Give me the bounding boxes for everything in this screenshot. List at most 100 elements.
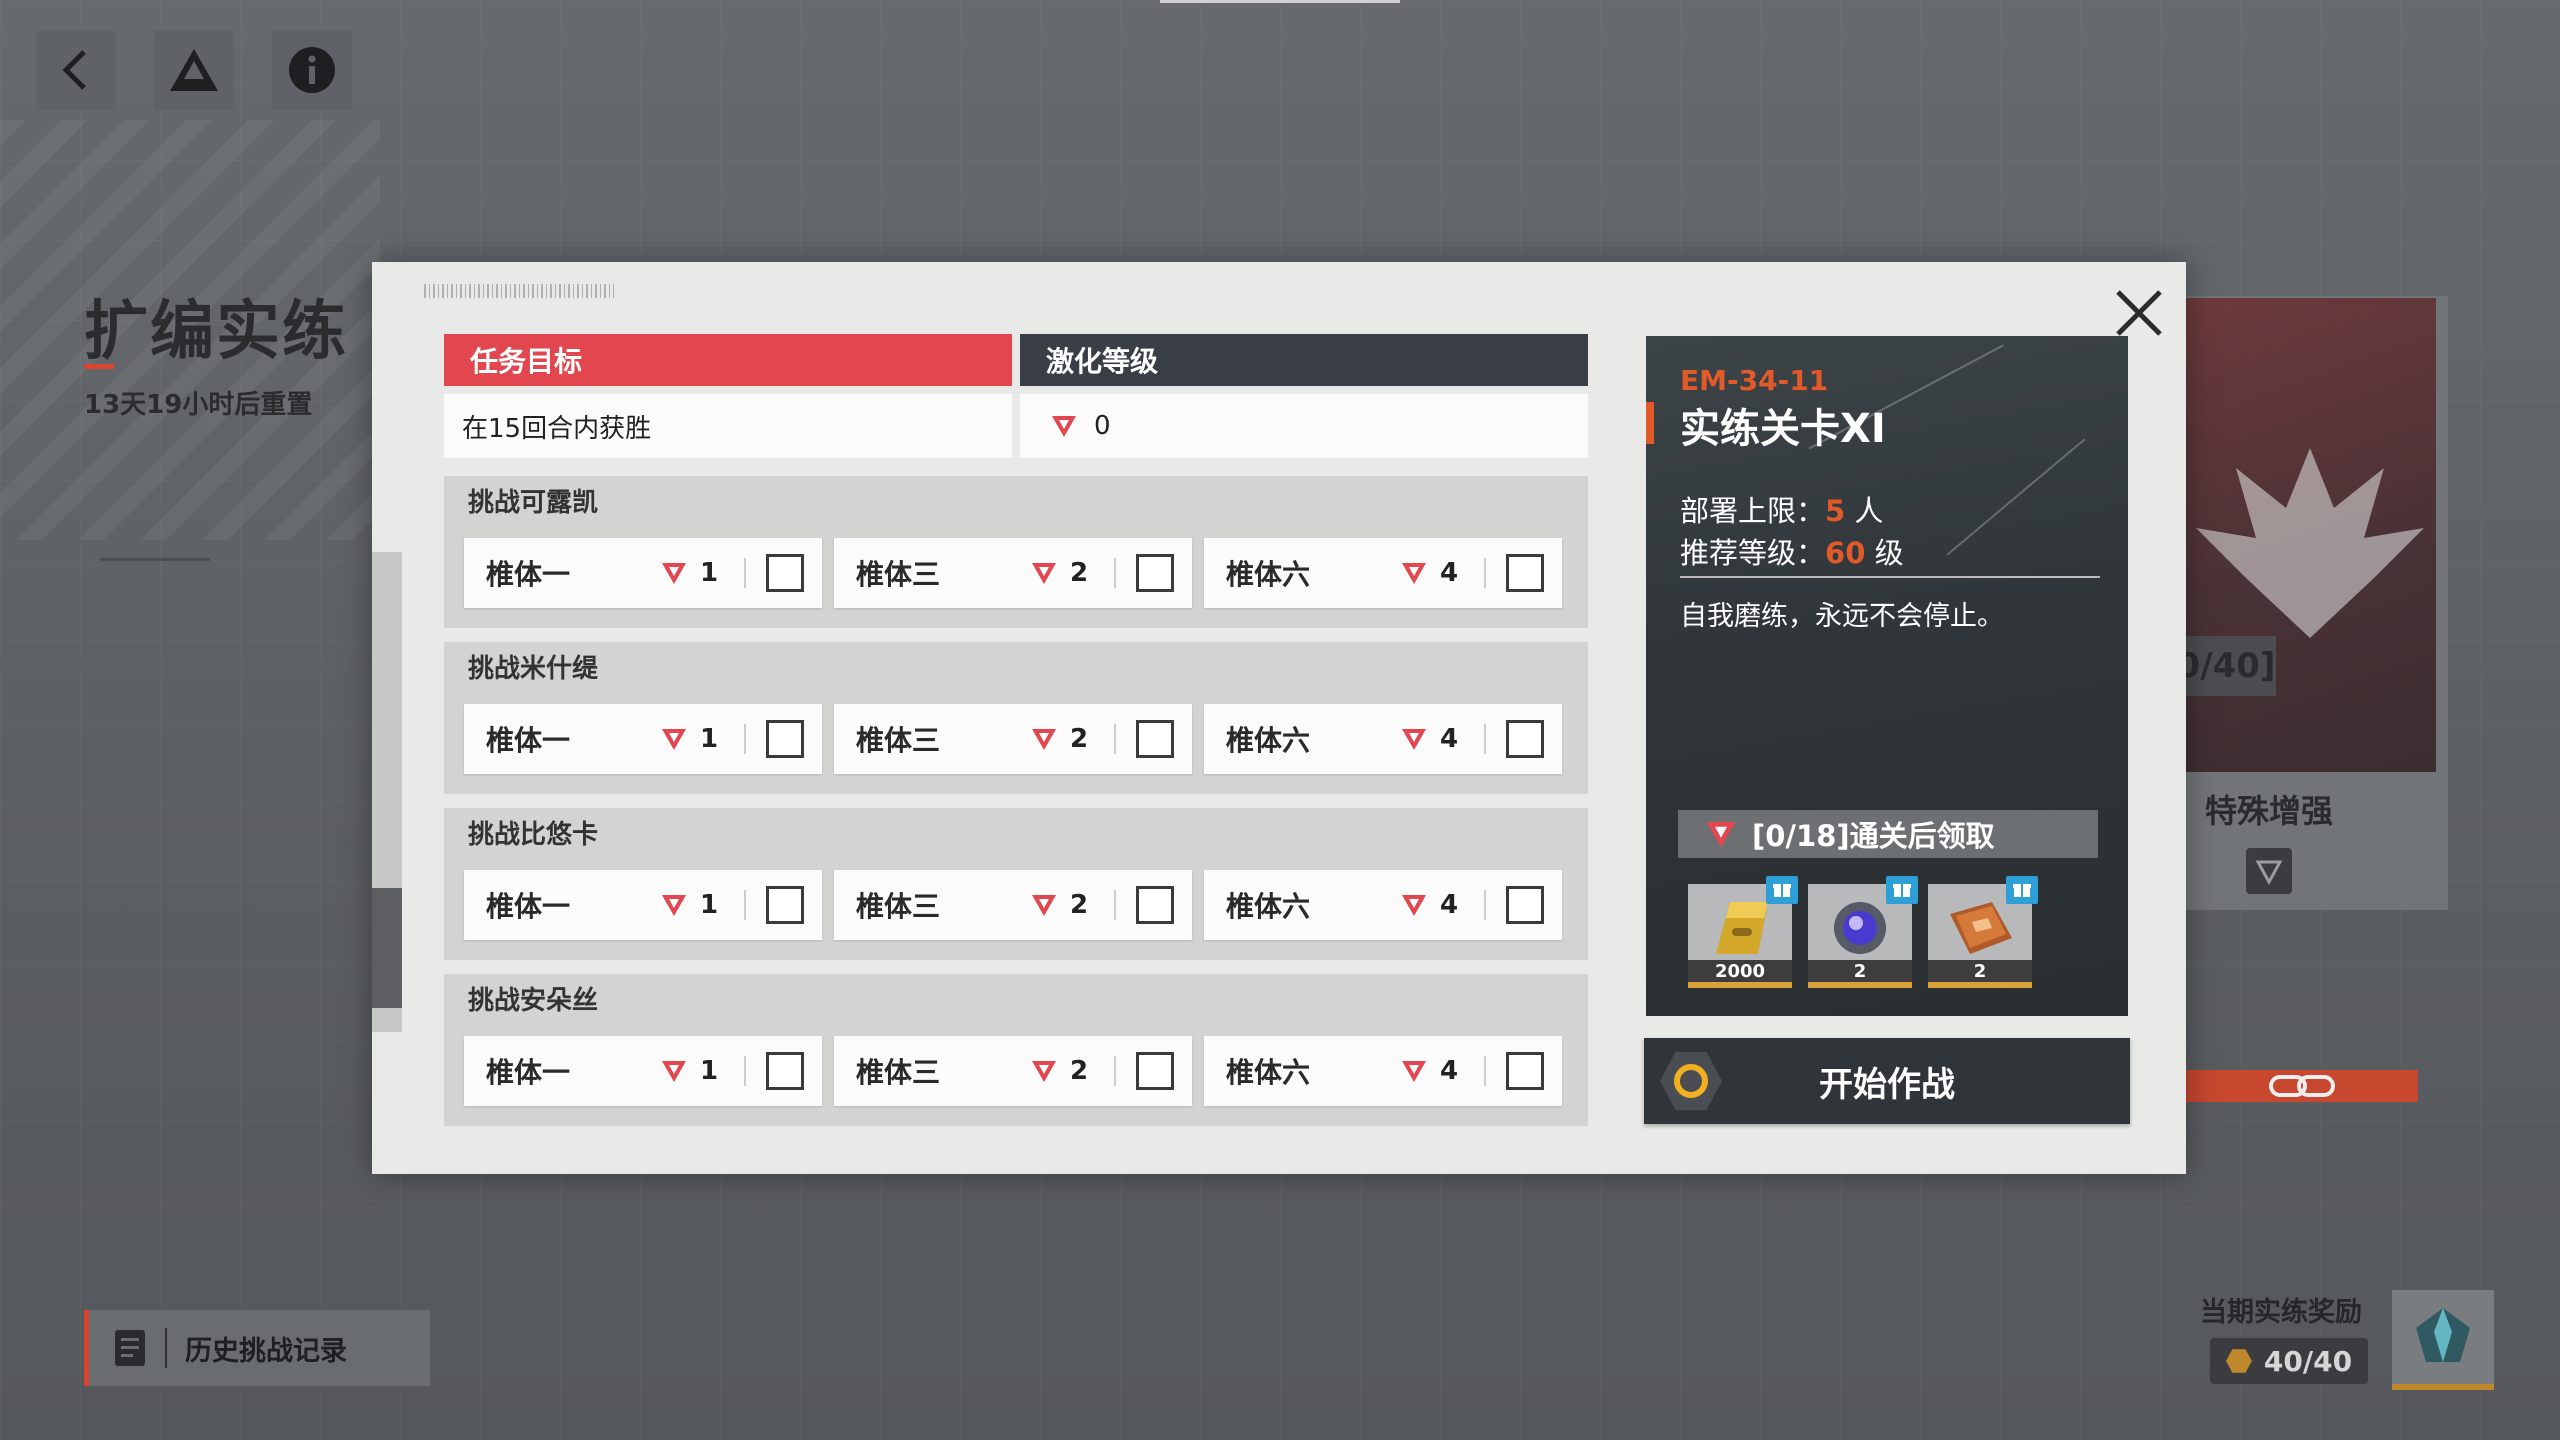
divider bbox=[1114, 1056, 1116, 1086]
special-enhance-icon-button[interactable] bbox=[2246, 848, 2292, 894]
separator bbox=[165, 1328, 167, 1368]
challenge-card[interactable]: 椎体六 4 bbox=[1204, 538, 1562, 608]
challenge-level: 1 bbox=[660, 724, 718, 754]
challenge-checkbox[interactable] bbox=[1506, 1052, 1544, 1090]
home-button[interactable] bbox=[154, 30, 234, 110]
start-battle-button[interactable]: 开始作战 bbox=[1644, 1038, 2130, 1124]
challenge-name: 椎体六 bbox=[1226, 890, 1311, 923]
chain-link-icon bbox=[2269, 1075, 2335, 1097]
challenge-level: 1 bbox=[660, 890, 718, 920]
challenge-card[interactable]: 椎体六 4 bbox=[1204, 704, 1562, 774]
challenge-name: 椎体六 bbox=[1226, 558, 1311, 591]
challenge-name: 椎体三 bbox=[856, 890, 941, 923]
stage-code: EM-34-11 bbox=[1680, 364, 1829, 397]
red-triangle-icon bbox=[1402, 729, 1426, 750]
red-triangle-icon bbox=[1032, 895, 1056, 916]
challenge-checkbox[interactable] bbox=[1136, 886, 1174, 924]
recommended-level-label: 推荐等级： bbox=[1680, 536, 1826, 570]
challenge-checkbox[interactable] bbox=[1136, 1052, 1174, 1090]
stage-description: 自我磨练，永远不会停止。 bbox=[1680, 601, 2004, 632]
top-indicator bbox=[1160, 0, 1400, 3]
reward-slot[interactable]: 2 bbox=[1808, 876, 1918, 988]
divider bbox=[1114, 890, 1116, 920]
period-reward-item[interactable] bbox=[2392, 1290, 2494, 1390]
special-enhance-art bbox=[2184, 298, 2436, 772]
special-enhance-label: 特殊增强 bbox=[2204, 792, 2333, 830]
period-reward-counter: 40/40 bbox=[2210, 1338, 2368, 1384]
challenge-level: 4 bbox=[1400, 558, 1458, 588]
challenge-level: 4 bbox=[1400, 724, 1458, 754]
challenge-group: 挑战可露凯 椎体一 1 椎体三 2 椎体六 4 bbox=[444, 476, 1588, 628]
challenge-card[interactable]: 椎体一 1 bbox=[464, 870, 822, 940]
reward-qty: 2 bbox=[1808, 960, 1912, 982]
divider bbox=[744, 724, 746, 754]
divider bbox=[1114, 724, 1116, 754]
challenge-checkbox[interactable] bbox=[1506, 554, 1544, 592]
data-book-icon bbox=[1950, 902, 2012, 954]
title-accent-line bbox=[84, 364, 114, 369]
challenge-name: 椎体六 bbox=[1226, 1056, 1311, 1089]
challenge-card[interactable]: 椎体六 4 bbox=[1204, 870, 1562, 940]
challenge-card[interactable]: 椎体一 1 bbox=[464, 1036, 822, 1106]
challenge-card[interactable]: 椎体一 1 bbox=[464, 538, 822, 608]
challenge-level: 1 bbox=[660, 558, 718, 588]
divider bbox=[1114, 558, 1116, 588]
gift-icon bbox=[1886, 876, 1918, 904]
challenge-card[interactable]: 椎体六 4 bbox=[1204, 1036, 1562, 1106]
challenge-checkbox[interactable] bbox=[766, 720, 804, 758]
challenge-checkbox[interactable] bbox=[1506, 720, 1544, 758]
challenge-checkbox[interactable] bbox=[766, 886, 804, 924]
history-button[interactable]: 历史挑战记录 bbox=[84, 1310, 430, 1386]
challenge-level: 2 bbox=[1030, 558, 1088, 588]
deploy-limit-unit: 人 bbox=[1845, 494, 1884, 528]
challenge-level-value: 2 bbox=[1070, 558, 1089, 588]
challenge-name: 椎体一 bbox=[486, 890, 571, 923]
deco-line bbox=[1946, 438, 2086, 556]
challenge-title: 挑战米什缇 bbox=[468, 653, 599, 684]
challenge-name: 椎体一 bbox=[486, 724, 571, 757]
challenge-checkbox[interactable] bbox=[1506, 886, 1544, 924]
reward-slot[interactable]: 2 bbox=[1928, 876, 2038, 988]
start-battle-label: 开始作战 bbox=[1819, 1064, 1955, 1105]
challenge-card[interactable]: 椎体三 2 bbox=[834, 1036, 1192, 1106]
red-triangle-icon bbox=[1032, 729, 1056, 750]
reset-timer: 13天19小时后重置 bbox=[84, 390, 313, 420]
info-icon bbox=[289, 47, 335, 93]
challenge-checkbox[interactable] bbox=[1136, 554, 1174, 592]
gift-icon bbox=[1766, 876, 1798, 904]
info-button[interactable] bbox=[272, 30, 352, 110]
challenge-card[interactable]: 椎体三 2 bbox=[834, 704, 1192, 774]
period-reward-title: 当期实练奖励 bbox=[2200, 1297, 2362, 1328]
stage-name: 实练关卡XI bbox=[1680, 406, 1886, 452]
challenge-card[interactable]: 椎体三 2 bbox=[834, 538, 1192, 608]
reward-slot[interactable]: 2000 bbox=[1688, 876, 1798, 988]
divider bbox=[744, 1056, 746, 1086]
hex-coin-icon bbox=[2225, 1349, 2252, 1373]
challenge-level: 1 bbox=[660, 1056, 718, 1086]
challenge-card[interactable]: 椎体三 2 bbox=[834, 870, 1192, 940]
challenge-card[interactable]: 椎体一 1 bbox=[464, 704, 822, 774]
back-arrow-icon bbox=[62, 50, 86, 90]
challenge-checkbox[interactable] bbox=[766, 554, 804, 592]
challenge-level-value: 1 bbox=[700, 1056, 719, 1086]
goal-level: 0 bbox=[1020, 394, 1588, 458]
challenge-level-value: 1 bbox=[700, 558, 719, 588]
back-button[interactable] bbox=[36, 30, 116, 110]
clear-reward-bar: [0/18]通关后领取 bbox=[1678, 810, 2098, 858]
deploy-limit-value: 5 bbox=[1825, 494, 1846, 528]
reward-qty: 2000 bbox=[1688, 960, 1792, 982]
challenge-group: 挑战比悠卡 椎体一 1 椎体三 2 椎体六 4 bbox=[444, 808, 1588, 960]
challenge-checkbox[interactable] bbox=[766, 1052, 804, 1090]
modal-edge-strip-dark bbox=[372, 888, 402, 1008]
recommended-level-unit: 级 bbox=[1865, 536, 1904, 570]
divider bbox=[1484, 1056, 1486, 1086]
red-triangle-icon bbox=[1402, 563, 1426, 584]
challenge-level-value: 2 bbox=[1070, 890, 1089, 920]
barcode-decoration bbox=[424, 284, 614, 298]
challenge-name: 椎体三 bbox=[856, 724, 941, 757]
challenge-checkbox[interactable] bbox=[1136, 720, 1174, 758]
close-icon bbox=[2116, 290, 2162, 336]
gift-icon bbox=[2006, 876, 2038, 904]
start-hex-icon bbox=[1660, 1051, 1722, 1111]
special-enhance-progress: 0/40] bbox=[2176, 636, 2276, 696]
